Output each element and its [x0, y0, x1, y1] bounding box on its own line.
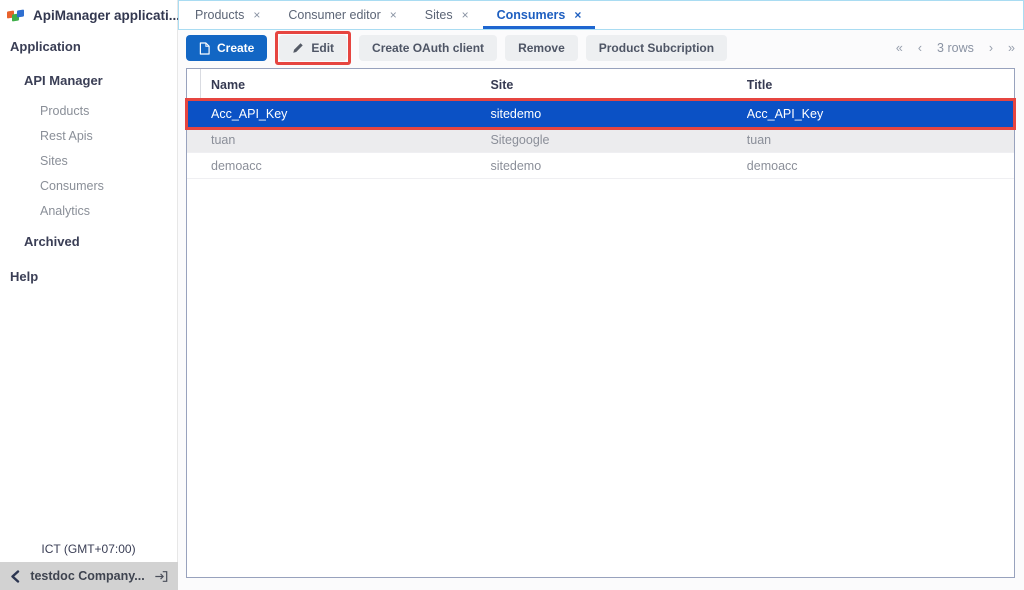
close-icon[interactable]: × [574, 8, 581, 22]
create-button-label: Create [217, 41, 254, 55]
prev-page-icon[interactable]: ‹ [918, 41, 922, 55]
cell-name: demoacc [201, 159, 490, 173]
row-select-cell [187, 153, 201, 178]
sidebar-item-sites[interactable]: Sites [40, 154, 68, 168]
close-icon[interactable]: × [390, 8, 397, 22]
column-header-site[interactable]: Site [490, 78, 746, 92]
sidebar-section-application[interactable]: Application [10, 39, 81, 54]
first-page-icon[interactable]: « [896, 41, 903, 55]
table-row-selected[interactable]: Acc_API_Key sitedemo Acc_API_Key [187, 101, 1014, 127]
sidebar-section-api-manager[interactable]: API Manager [24, 73, 103, 88]
app-header: ApiManager applicati... [0, 0, 177, 30]
app-logo-icon [7, 8, 26, 23]
pencil-icon [292, 42, 304, 54]
tab-label: Consumer editor [288, 8, 380, 22]
sidebar-item-products[interactable]: Products [40, 104, 89, 118]
cell-name: tuan [201, 133, 490, 147]
row-select-cell [187, 127, 201, 152]
cell-site: sitedemo [490, 159, 746, 173]
sidebar-item-consumers[interactable]: Consumers [40, 179, 104, 193]
cell-title: demoacc [747, 159, 1014, 173]
sidebar-section-help[interactable]: Help [10, 269, 38, 284]
close-icon[interactable]: × [462, 8, 469, 22]
tab-label: Products [195, 8, 244, 22]
tab-bar: Products × Consumer editor × Sites × Con… [178, 0, 1024, 30]
table-row[interactable]: tuan Sitegoogle tuan [187, 127, 1014, 153]
tab-label: Sites [425, 8, 453, 22]
row-select-column-header [187, 69, 201, 100]
timezone-label: ICT (GMT+07:00) [0, 542, 177, 556]
tab-consumers[interactable]: Consumers × [483, 1, 596, 29]
remove-button[interactable]: Remove [505, 35, 578, 61]
cell-name: Acc_API_Key [201, 107, 490, 121]
main-panel: Products × Consumer editor × Sites × Con… [178, 0, 1024, 590]
table-row[interactable]: demoacc sitedemo demoacc [187, 153, 1014, 179]
table-header-row: Name Site Title [187, 69, 1014, 101]
create-oauth-client-button[interactable]: Create OAuth client [359, 35, 497, 61]
app-window: ApiManager applicati... Application API … [0, 0, 1024, 590]
last-page-icon[interactable]: » [1008, 41, 1015, 55]
create-button[interactable]: Create [186, 35, 267, 61]
cell-site: Sitegoogle [490, 133, 746, 147]
sidebar-item-rest-apis[interactable]: Rest Apis [40, 129, 93, 143]
pagination: « ‹ 3 rows › » [896, 41, 1015, 55]
annotation-box-edit: Edit [275, 31, 351, 65]
next-page-icon[interactable]: › [989, 41, 993, 55]
tab-sites[interactable]: Sites × [411, 1, 483, 29]
toolbar: Create Edit Create OAuth client Remove P… [186, 33, 1015, 63]
edit-button[interactable]: Edit [279, 35, 347, 61]
edit-button-label: Edit [311, 41, 334, 55]
tab-label: Consumers [497, 8, 566, 22]
close-icon[interactable]: × [253, 8, 260, 22]
product-subscription-button[interactable]: Product Subcription [586, 35, 727, 61]
row-count-label: 3 rows [937, 41, 974, 55]
consumers-table: Name Site Title Acc_API_Key sitedemo Acc… [186, 68, 1015, 578]
tab-consumer-editor[interactable]: Consumer editor × [274, 1, 410, 29]
app-title: ApiManager applicati... [33, 8, 180, 23]
sidebar: ApiManager applicati... Application API … [0, 0, 178, 590]
document-icon [199, 42, 210, 55]
sidebar-section-archived[interactable]: Archived [24, 234, 80, 249]
column-header-name[interactable]: Name [201, 78, 490, 92]
cell-site: sitedemo [490, 107, 746, 121]
tab-products[interactable]: Products × [181, 1, 274, 29]
collapse-chevron-icon[interactable] [10, 570, 21, 583]
sidebar-footer-bar: testdoc Company... [0, 562, 178, 590]
row-select-cell [187, 101, 201, 127]
column-header-title[interactable]: Title [747, 78, 1014, 92]
company-name[interactable]: testdoc Company... [21, 569, 154, 583]
cell-title: Acc_API_Key [747, 107, 1014, 121]
sidebar-item-analytics[interactable]: Analytics [40, 204, 90, 218]
logout-icon[interactable] [154, 570, 168, 583]
cell-title: tuan [747, 133, 1014, 147]
